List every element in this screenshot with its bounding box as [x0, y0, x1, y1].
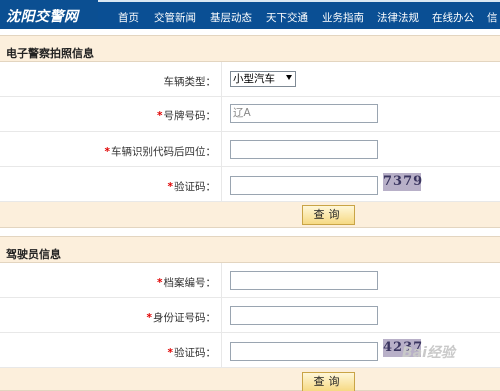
vin-input[interactable]: [230, 140, 378, 159]
vin-label: *车辆识别代码后四位：: [104, 146, 217, 158]
section-header-driver-info: 驾驶员信息: [0, 236, 500, 263]
required-asterisk: *: [104, 146, 111, 158]
section-title-camera-info: 电子警察拍照信息: [6, 47, 94, 60]
required-asterisk: *: [146, 312, 153, 324]
captcha-label-1: *验证码：: [167, 181, 217, 193]
file-number-label: *档案编号：: [157, 277, 216, 289]
id-number-label: *身份证号码：: [146, 312, 217, 324]
captcha-input-2[interactable]: [230, 342, 378, 361]
query-button-1[interactable]: 查询: [302, 205, 355, 225]
nav-item-local-updates[interactable]: 基层动态: [210, 10, 252, 25]
vehicle-type-selected: 小型汽车: [233, 73, 275, 85]
form-row-id-number: *身份证号码：: [0, 298, 500, 333]
nav-item-laws[interactable]: 法律法规: [377, 10, 419, 25]
captcha-image-1[interactable]: 7379: [383, 173, 422, 191]
form-row-vehicle-type: 车辆类型： 小型汽车: [0, 62, 500, 97]
site-logo-text: 沈阳交警网: [6, 9, 79, 25]
vehicle-type-select[interactable]: 小型汽车: [230, 71, 296, 87]
form-row-file-number: *档案编号：: [0, 263, 500, 298]
required-asterisk: *: [167, 347, 174, 359]
watermark: Bai经验: [402, 345, 455, 361]
plate-number-input[interactable]: 辽A: [230, 104, 378, 123]
captcha-label-2: *验证码：: [167, 347, 217, 359]
nav-item-home[interactable]: 首页: [118, 10, 139, 25]
button-bar-2: 查询: [0, 368, 500, 391]
plate-number-label: *号牌号码：: [157, 110, 216, 122]
form-row-plate-number: *号牌号码： 辽A: [0, 97, 500, 132]
button-bar-1: 查询: [0, 202, 500, 228]
file-number-input[interactable]: [230, 271, 378, 290]
vehicle-type-label: 车辆类型：: [163, 76, 217, 88]
required-asterisk: *: [157, 277, 163, 289]
top-navigation-bar: 沈阳交警网 首页 交管新闻 基层动态 天下交通 业务指南 法律法规 在线办公 信: [0, 0, 500, 29]
main-nav: 首页 交管新闻 基层动态 天下交通 业务指南 法律法规 在线办公 信: [98, 0, 500, 29]
nav-item-world-traffic[interactable]: 天下交通: [266, 10, 308, 25]
query-button-2[interactable]: 查询: [302, 372, 355, 391]
nav-item-more[interactable]: 信: [487, 10, 498, 25]
dropdown-arrow-icon: [286, 75, 292, 80]
form-row-vin: *车辆识别代码后四位：: [0, 132, 500, 167]
required-asterisk: *: [157, 110, 163, 122]
section-header-camera-info: 电子警察拍照信息: [0, 35, 500, 62]
id-number-input[interactable]: [230, 306, 378, 325]
required-asterisk: *: [167, 181, 174, 193]
nav-item-traffic-news[interactable]: 交管新闻: [154, 10, 196, 25]
section-title-driver-info: 驾驶员信息: [6, 248, 61, 261]
site-logo[interactable]: 沈阳交警网: [0, 0, 98, 29]
captcha-input-1[interactable]: [230, 176, 378, 195]
form-row-captcha-1: *验证码： 7379: [0, 167, 500, 202]
nav-item-online-office[interactable]: 在线办公: [432, 10, 474, 25]
nav-item-service-guide[interactable]: 业务指南: [322, 10, 364, 25]
